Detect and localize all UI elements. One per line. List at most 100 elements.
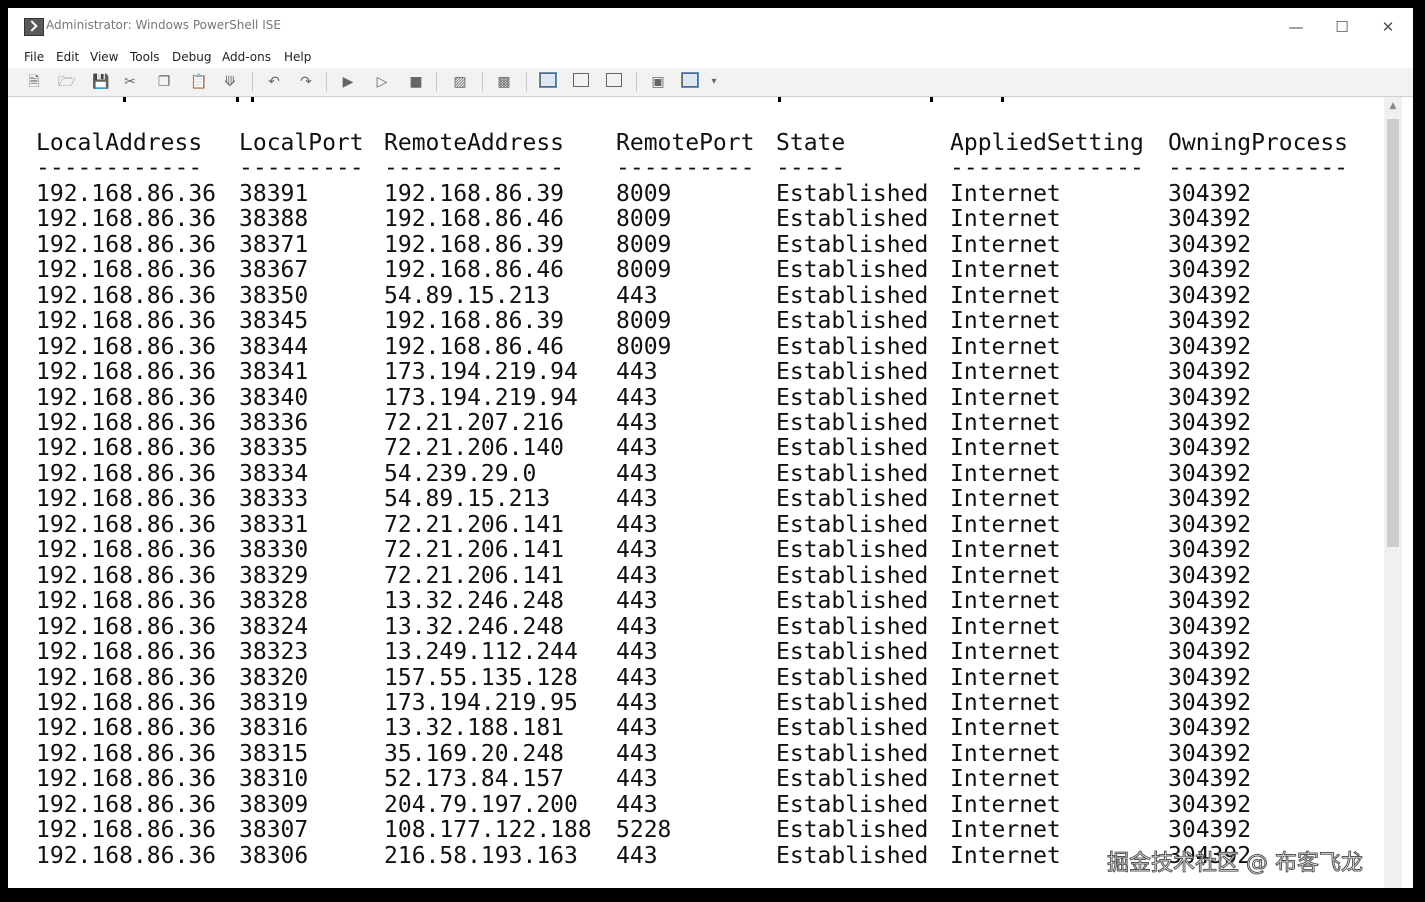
table-cell: Internet (950, 562, 1061, 589)
clear-console-icon[interactable]: ⟱ (222, 74, 238, 90)
table-cell: 38306 (239, 842, 309, 869)
table-cell: Internet (950, 715, 1061, 742)
cut-icon[interactable]: ✂ (122, 74, 138, 90)
vertical-scrollbar[interactable]: ▲ (1384, 97, 1402, 888)
command-addon-icon[interactable] (681, 72, 699, 88)
table-cell: Internet (950, 791, 1061, 818)
table-cell: 38310 (239, 766, 309, 793)
table-cell: Internet (950, 689, 1061, 716)
table-cell: Established (776, 791, 929, 818)
table-cell: 304392 (1168, 409, 1252, 436)
table-cell: LocalPort (239, 130, 364, 156)
table-cell: 443 (616, 766, 658, 793)
menu-file[interactable]: File (24, 50, 44, 64)
table-cell: 72.21.206.141 (384, 511, 565, 538)
scrollbar-thumb[interactable] (1387, 119, 1399, 547)
table-cell: 173.194.219.94 (384, 359, 578, 386)
table-cell: 443 (616, 511, 658, 538)
table-cell: Internet (950, 257, 1061, 284)
table-cell: ----- (776, 155, 846, 182)
table-cell: LocalAddress (36, 130, 203, 156)
table-cell: 38344 (239, 333, 309, 360)
table-cell: ------------ (36, 155, 203, 182)
table-cell: 304392 (1168, 537, 1252, 564)
show-script-pane-max-icon[interactable] (606, 73, 622, 87)
run-icon[interactable]: ▶ (340, 74, 356, 90)
menu-view[interactable]: View (90, 50, 118, 64)
stop-icon[interactable]: ■ (408, 74, 424, 90)
table-cell: Internet (950, 359, 1061, 386)
menu-help[interactable]: Help (284, 50, 311, 64)
menu-tools[interactable]: Tools (130, 50, 160, 64)
table-cell: 8009 (616, 333, 672, 360)
clipped-glyph (930, 97, 933, 102)
table-cell: 192.168.86.36 (36, 791, 217, 818)
toolbar-separator (326, 72, 327, 92)
powershell-console-icon[interactable]: ▩ (496, 74, 512, 90)
toolbar-separator (482, 72, 483, 92)
table-cell: 443 (616, 486, 658, 513)
new-file-icon[interactable]: 🗎 (26, 74, 42, 90)
copy-icon[interactable]: ❐ (156, 74, 172, 90)
table-cell: 38391 (239, 180, 309, 207)
table-cell: 54.89.15.213 (384, 486, 551, 513)
scroll-up-arrow-icon[interactable]: ▲ (1384, 99, 1402, 113)
table-cell: 38324 (239, 613, 309, 640)
table-cell: 38309 (239, 791, 309, 818)
command-pane-icon[interactable]: ▣ (650, 74, 666, 90)
table-cell: 192.168.86.46 (384, 333, 565, 360)
close-button[interactable]: ✕ (1370, 14, 1406, 40)
table-cell: 304392 (1168, 791, 1252, 818)
table-cell: 304392 (1168, 664, 1252, 691)
table-cell: Internet (950, 740, 1061, 767)
table-cell: 192.168.86.36 (36, 409, 217, 436)
table-cell: Internet (950, 460, 1061, 487)
toolbar-overflow-icon[interactable]: ▾ (706, 74, 722, 90)
run-selection-icon[interactable]: ▷ (374, 74, 390, 90)
menu-edit[interactable]: Edit (56, 50, 79, 64)
remote-powershell-icon[interactable]: ▨ (452, 74, 468, 90)
console-pane[interactable]: LocalAddress LocalPort RemoteAddress Remote… (8, 97, 1413, 888)
table-cell: --------- (239, 155, 364, 182)
save-icon[interactable]: 💾 (92, 74, 109, 90)
menu-debug[interactable]: Debug (172, 50, 211, 64)
paste-icon[interactable]: 📋 (190, 74, 207, 90)
table-cell: 192.168.86.39 (384, 231, 565, 258)
table-cell: 38319 (239, 689, 309, 716)
table-cell: Established (776, 460, 929, 487)
table-cell: Established (776, 766, 929, 793)
table-cell: 216.58.193.163 (384, 842, 578, 869)
table-cell: 192.168.86.36 (36, 715, 217, 742)
minimize-button[interactable]: — (1278, 14, 1314, 40)
redo-icon[interactable]: ↷ (298, 74, 314, 90)
show-script-pane-top-icon[interactable] (539, 72, 557, 88)
table-cell: 443 (616, 613, 658, 640)
table-cell: 72.21.206.141 (384, 537, 565, 564)
table-cell: 108.177.122.188 (384, 817, 592, 844)
table-cell: Internet (950, 664, 1061, 691)
show-script-pane-right-icon[interactable] (573, 73, 589, 87)
open-folder-icon[interactable]: 🗁 (58, 74, 75, 90)
table-cell: 192.168.86.39 (384, 180, 565, 207)
clipped-glyph (236, 97, 239, 102)
undo-icon[interactable]: ↶ (266, 74, 282, 90)
table-cell: 192.168.86.36 (36, 537, 217, 564)
table-cell: Internet (950, 537, 1061, 564)
table-cell: 304392 (1168, 282, 1252, 309)
table-cell: 38367 (239, 257, 309, 284)
menu-add-ons[interactable]: Add-ons (222, 50, 271, 64)
maximize-button[interactable]: ☐ (1324, 14, 1360, 40)
table-cell: 304392 (1168, 817, 1252, 844)
table-cell: Internet (950, 639, 1061, 666)
table-cell: 38388 (239, 206, 309, 233)
table-cell: 443 (616, 435, 658, 462)
table-cell: 72.21.206.140 (384, 435, 565, 462)
table-cell: Established (776, 384, 929, 411)
table-cell: 443 (616, 664, 658, 691)
table-cell: 8009 (616, 257, 672, 284)
table-cell: Established (776, 333, 929, 360)
table-cell: Established (776, 537, 929, 564)
table-cell: 443 (616, 537, 658, 564)
table-cell: 443 (616, 715, 658, 742)
table-cell: 443 (616, 791, 658, 818)
